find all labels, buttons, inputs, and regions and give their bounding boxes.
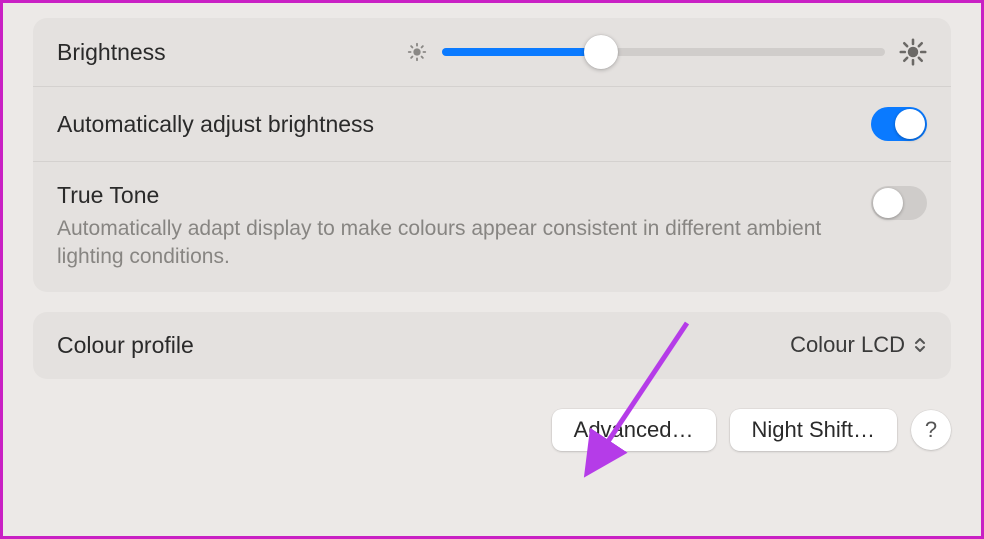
brightness-slider-group [406, 38, 927, 66]
colour-profile-popup[interactable]: Colour LCD [790, 332, 927, 358]
true-tone-label: True Tone [57, 182, 851, 209]
auto-adjust-toggle[interactable] [871, 107, 927, 141]
button-row: Advanced… Night Shift… ? [33, 409, 951, 451]
display-settings-panel: Brightness [33, 18, 951, 292]
colour-profile-value: Colour LCD [790, 332, 905, 358]
auto-adjust-row: Automatically adjust brightness [33, 87, 951, 162]
colour-profile-label: Colour profile [57, 332, 194, 359]
true-tone-row: True Tone Automatically adapt display to… [33, 162, 951, 292]
advanced-button[interactable]: Advanced… [552, 409, 716, 451]
brightness-slider-fill [442, 48, 602, 56]
brightness-row: Brightness [33, 18, 951, 87]
chevron-updown-icon [913, 336, 927, 354]
brightness-label: Brightness [57, 39, 166, 66]
brightness-slider[interactable] [442, 48, 885, 56]
help-button[interactable]: ? [911, 410, 951, 450]
toggle-knob [873, 188, 903, 218]
true-tone-description: Automatically adapt display to make colo… [57, 215, 851, 272]
sun-low-icon [406, 41, 428, 63]
sun-high-icon [899, 38, 927, 66]
auto-adjust-label: Automatically adjust brightness [57, 111, 374, 138]
toggle-knob [895, 109, 925, 139]
night-shift-button[interactable]: Night Shift… [730, 409, 898, 451]
true-tone-toggle[interactable] [871, 186, 927, 220]
brightness-slider-thumb[interactable] [584, 35, 618, 69]
colour-profile-row: Colour profile Colour LCD [33, 312, 951, 379]
colour-profile-panel: Colour profile Colour LCD [33, 312, 951, 379]
